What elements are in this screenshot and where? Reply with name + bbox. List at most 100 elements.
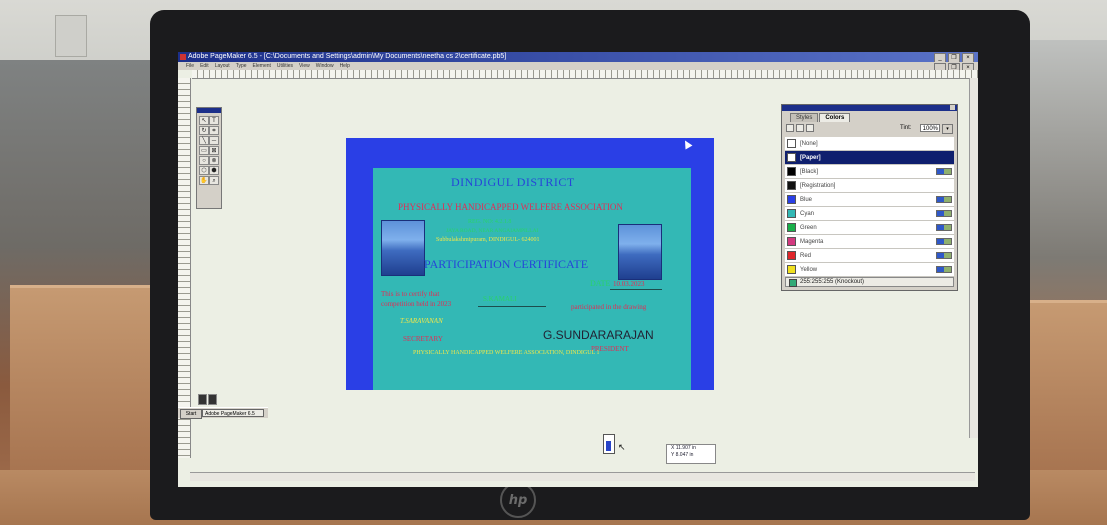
swatch-list: [None] [Paper] [Black] [Registration] Bl… xyxy=(785,137,954,277)
swatch-none[interactable]: [None] xyxy=(785,137,954,151)
cert-footer[interactable]: PHYSICALLY HANDICAPPED WELFERE ASSOCIATI… xyxy=(413,350,600,356)
swatch-chip xyxy=(787,209,796,218)
palette-status-text: 255:255:255 (Knockout) xyxy=(800,279,865,285)
taskbar-pagemaker-button[interactable]: Adobe PageMaker 6.5 xyxy=(202,409,264,417)
menu-file[interactable]: File xyxy=(186,62,194,70)
cert-date-label[interactable]: DATE xyxy=(590,279,610,288)
swatch-chip xyxy=(787,181,796,190)
fill-icon[interactable] xyxy=(806,124,814,132)
hand-tool-icon[interactable]: ✋ xyxy=(199,176,209,185)
swatch-label: [Black] xyxy=(800,168,819,175)
polygon-frame-tool-icon[interactable]: ⬢ xyxy=(209,166,219,175)
pointer-icon: ↖ xyxy=(618,442,626,452)
swatch-blue[interactable]: Blue xyxy=(785,193,954,207)
title-bar: Adobe PageMaker 6.5 - [C:\Documents and … xyxy=(178,52,978,63)
wall-fixture xyxy=(55,15,87,57)
y-coordinate[interactable]: Y 8.047 in xyxy=(671,452,715,459)
tint-label: Tint: xyxy=(900,125,912,131)
ellipse-tool-icon[interactable]: ○ xyxy=(199,156,209,165)
cert-certify-line2[interactable]: competition held in 2023 xyxy=(381,300,451,308)
menu-window[interactable]: Window xyxy=(316,62,334,70)
color-model-icon xyxy=(789,279,797,287)
pointer-tool-icon[interactable]: ↖ xyxy=(199,116,209,125)
toolbox-titlebar[interactable] xyxy=(197,108,221,113)
tint-input[interactable]: 100% xyxy=(920,124,940,132)
text-tool-icon[interactable]: T xyxy=(209,116,219,125)
menu-type[interactable]: Type xyxy=(236,62,247,70)
cert-address-line1[interactable]: JAYA ROAD, NEAR ANGAIAMPILLAI xyxy=(446,228,538,234)
tab-colors[interactable]: Colors xyxy=(819,113,851,122)
date-underline xyxy=(610,289,662,290)
cert-reg-no[interactable]: REG. NO: 4.2.1.8 xyxy=(468,219,511,225)
x-coordinate[interactable]: X 11.907 in xyxy=(671,445,715,452)
cert-date-value[interactable]: 10.03.2023 xyxy=(613,280,645,288)
proxy-box[interactable] xyxy=(603,434,615,454)
swatch-label: Yellow xyxy=(800,266,818,273)
vertical-ruler[interactable] xyxy=(178,78,191,458)
swatch-yellow[interactable]: Yellow xyxy=(785,263,954,277)
constrained-line-tool-icon[interactable]: ─ xyxy=(209,136,219,145)
tint-dropdown-icon[interactable]: ▾ xyxy=(942,124,953,134)
ellipse-frame-tool-icon[interactable]: ⊗ xyxy=(209,156,219,165)
zoom-tool-icon[interactable]: ⌕ xyxy=(209,176,219,185)
swatch-label: [None] xyxy=(800,140,818,147)
palette-close-icon[interactable] xyxy=(950,105,955,110)
menu-edit[interactable]: Edit xyxy=(200,62,209,70)
cert-signature-president[interactable]: G.SUNDARARAJAN xyxy=(543,328,654,342)
cert-address-line2[interactable]: Subbulakshmipuram, DINDIGUL- 624001 xyxy=(436,237,540,243)
start-button[interactable]: Start xyxy=(180,409,202,419)
swatch-chip xyxy=(787,223,796,232)
swatch-red[interactable]: Red xyxy=(785,249,954,263)
process-color-icon xyxy=(936,266,952,273)
fill-stroke-icon[interactable] xyxy=(786,124,794,132)
process-color-icon xyxy=(936,168,952,175)
swatch-registration[interactable]: [Registration] xyxy=(785,179,954,193)
horizontal-scrollbar[interactable] xyxy=(190,472,975,481)
rectangle-tool-icon[interactable]: ▭ xyxy=(199,146,209,155)
toolbox: ↖ T ↻ ⌗ ╲ ─ ▭ ⊠ ○ ⊗ ⬡ ⬢ ✋ ⌕ xyxy=(196,107,222,209)
coordinates-readout[interactable]: X 11.907 in Y 8.047 in xyxy=(666,444,716,464)
rectangle-frame-tool-icon[interactable]: ⊠ xyxy=(209,146,219,155)
page-1-icon[interactable] xyxy=(208,394,217,405)
line-tool-icon[interactable]: ╲ xyxy=(199,136,209,145)
master-page-icon[interactable] xyxy=(198,394,207,405)
stroke-icon[interactable] xyxy=(796,124,804,132)
polygon-tool-icon[interactable]: ⬡ xyxy=(199,166,209,175)
cert-heading[interactable]: PARTICIPATION CERTIFICATE xyxy=(424,257,588,272)
cert-secretary-label[interactable]: SECRETARY xyxy=(403,335,443,343)
swatch-chip xyxy=(787,167,796,176)
pagemaker-icon xyxy=(180,54,186,60)
process-color-icon xyxy=(936,196,952,203)
proxy-indicator xyxy=(606,441,611,451)
swatch-label: Magenta xyxy=(800,238,824,245)
menu-utilities[interactable]: Utilities xyxy=(277,62,293,70)
swatch-green[interactable]: Green xyxy=(785,221,954,235)
menu-element[interactable]: Element xyxy=(253,62,271,70)
swatch-paper[interactable]: [Paper] xyxy=(785,151,954,165)
palette-titlebar[interactable] xyxy=(782,105,957,111)
crop-tool-icon[interactable]: ⌗ xyxy=(209,126,219,135)
menu-view[interactable]: View xyxy=(299,62,310,70)
process-color-icon xyxy=(936,252,952,259)
swatch-chip xyxy=(787,195,796,204)
cert-signature-secretary[interactable]: T.SARAVANAN xyxy=(400,317,443,325)
cert-association[interactable]: PHYSICALLY HANDICAPPED WELFERE ASSOCIATI… xyxy=(398,202,623,212)
swatch-magenta[interactable]: Magenta xyxy=(785,235,954,249)
cert-certify-line1[interactable]: This is to certify that xyxy=(381,290,439,298)
vertical-scrollbar[interactable] xyxy=(969,78,978,438)
swatch-cyan[interactable]: Cyan xyxy=(785,207,954,221)
swatch-label: Red xyxy=(800,252,812,259)
process-color-icon xyxy=(936,210,952,217)
tab-styles[interactable]: Styles xyxy=(790,113,819,122)
landscape-image-right[interactable] xyxy=(618,224,662,280)
cert-drawing-line[interactable]: participated in the drawing xyxy=(571,303,646,311)
swatch-black[interactable]: [Black] xyxy=(785,165,954,179)
menu-layout[interactable]: Layout xyxy=(215,62,230,70)
cert-district[interactable]: DINDIGUL DISTRICT xyxy=(451,175,575,190)
menu-help[interactable]: Help xyxy=(340,62,350,70)
swatch-chip xyxy=(787,237,796,246)
rotate-tool-icon[interactable]: ↻ xyxy=(199,126,209,135)
cert-participant-name[interactable]: S.KAMALI xyxy=(483,295,517,303)
landscape-image-left[interactable] xyxy=(381,220,425,276)
horizontal-ruler[interactable] xyxy=(192,70,978,79)
